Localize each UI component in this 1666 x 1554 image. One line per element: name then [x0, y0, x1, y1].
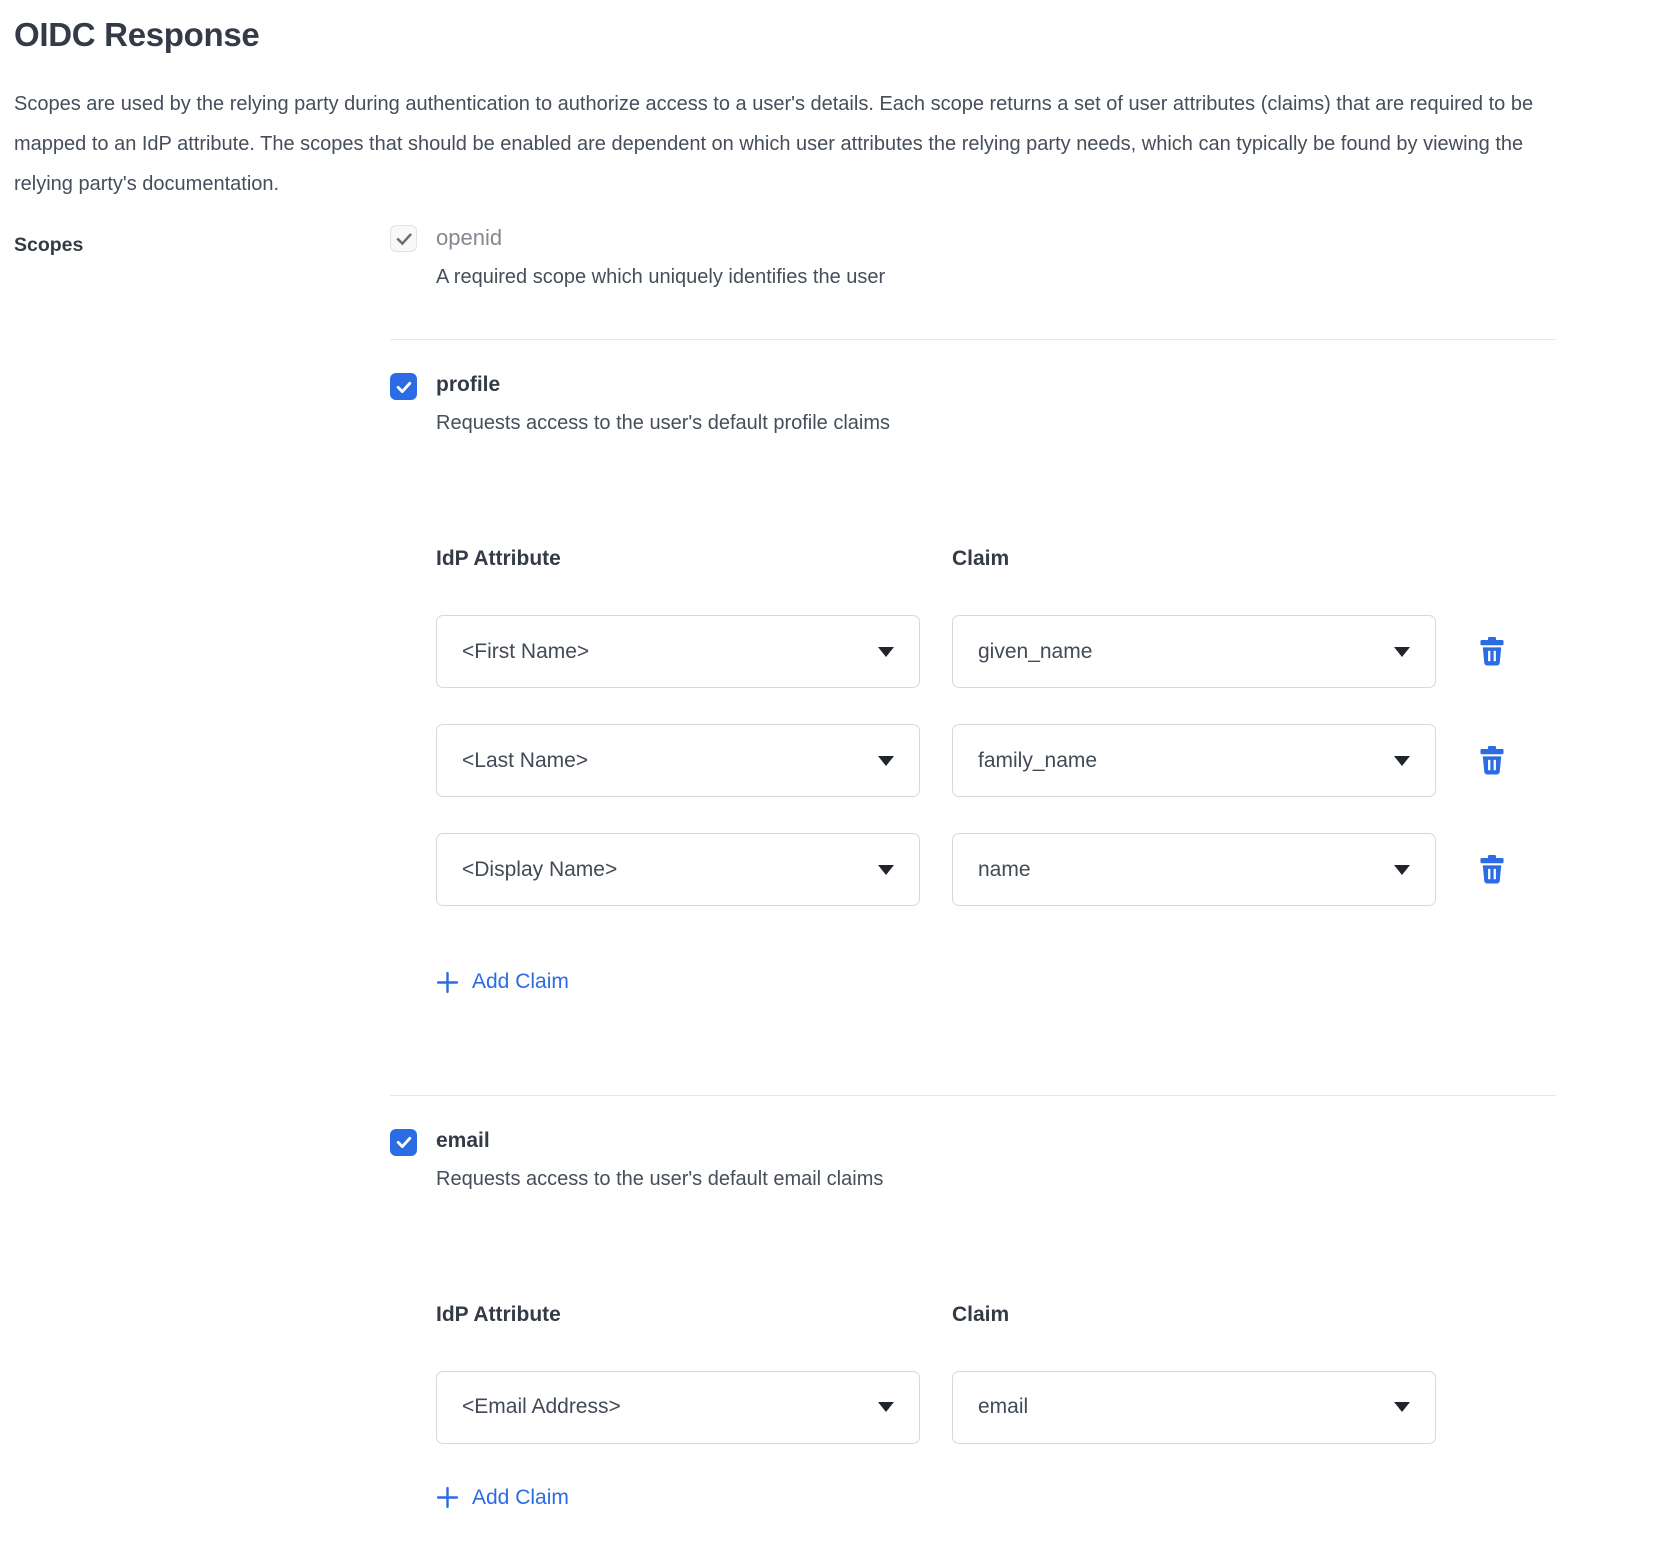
caret-down-icon [1394, 1402, 1410, 1412]
claim-column-header: Claim [952, 547, 1436, 571]
scope-profile-label: profile [436, 373, 890, 397]
openid-checkbox [390, 225, 417, 252]
claim-selected-value: email [978, 1395, 1028, 1419]
idp-attribute-selected-value: <First Name> [462, 640, 589, 664]
trash-icon [1478, 746, 1506, 776]
mapping-header-row: IdP Attribute Claim [436, 1303, 1556, 1327]
form-label-column: Scopes [14, 224, 390, 257]
idp-attribute-column-header: IdP Attribute [436, 547, 920, 571]
add-claim-label: Add Claim [472, 1486, 569, 1510]
idp-attribute-select[interactable]: <Display Name> [436, 833, 920, 906]
idp-attribute-selected-value: <Display Name> [462, 858, 617, 882]
scope-openid-description: A required scope which uniquely identifi… [436, 266, 885, 288]
claim-select[interactable]: name [952, 833, 1436, 906]
scope-email-description: Requests access to the user's default em… [436, 1168, 883, 1190]
scope-openid-label: openid [436, 225, 885, 251]
section-divider [390, 1095, 1556, 1096]
scope-openid-header: openid A required scope which uniquely i… [390, 224, 1556, 289]
idp-attribute-select[interactable]: <First Name> [436, 615, 920, 688]
caret-down-icon [878, 1402, 894, 1412]
idp-attribute-select[interactable]: <Email Address> [436, 1371, 920, 1444]
idp-attribute-column-header: IdP Attribute [436, 1303, 920, 1327]
scope-email-label: email [436, 1129, 883, 1153]
scopes-form-row: Scopes openid A required scope which uni… [14, 224, 1652, 1554]
email-claim-mapping-table: IdP Attribute Claim <Email Address> emai… [436, 1303, 1556, 1515]
claim-selected-value: family_name [978, 749, 1097, 773]
profile-claim-mapping-table: IdP Attribute Claim <First Name> given_n… [436, 547, 1556, 999]
claim-select[interactable]: given_name [952, 615, 1436, 688]
section-divider [390, 339, 1556, 340]
claim-select[interactable]: email [952, 1371, 1436, 1444]
check-icon [394, 1132, 414, 1152]
scope-profile-header: profile Requests access to the user's de… [390, 372, 1556, 435]
scopes-field-label: Scopes [14, 234, 83, 256]
add-claim-button[interactable]: Add Claim [436, 1486, 569, 1510]
plus-icon [436, 1486, 459, 1509]
scope-profile-description: Requests access to the user's default pr… [436, 412, 890, 434]
scopes-description-text: Scopes are used by the relying party dur… [14, 84, 1559, 204]
page-title: OIDC Response [14, 16, 1652, 54]
delete-claim-button[interactable] [1478, 746, 1506, 776]
oidc-response-panel: OIDC Response Scopes are used by the rel… [0, 0, 1666, 1554]
profile-checkbox[interactable] [390, 373, 417, 400]
delete-claim-button[interactable] [1478, 855, 1506, 885]
idp-attribute-selected-value: <Last Name> [462, 749, 588, 773]
scope-email-header: email Requests access to the user's defa… [390, 1128, 1556, 1191]
claim-column-header: Claim [952, 1303, 1436, 1327]
claim-mapping-row: <Last Name> family_name [436, 724, 1556, 797]
claim-mapping-row: <Email Address> email [436, 1371, 1556, 1444]
trash-icon [1478, 855, 1506, 885]
check-icon [394, 229, 414, 249]
email-checkbox[interactable] [390, 1129, 417, 1156]
scope-section-profile: profile Requests access to the user's de… [390, 372, 1556, 1045]
trash-icon [1478, 637, 1506, 667]
plus-icon [436, 971, 459, 994]
claim-select[interactable]: family_name [952, 724, 1436, 797]
scope-profile-text: profile Requests access to the user's de… [436, 372, 890, 435]
claim-selected-value: name [978, 858, 1031, 882]
claim-selected-value: given_name [978, 640, 1092, 664]
caret-down-icon [878, 647, 894, 657]
scope-email-text: email Requests access to the user's defa… [436, 1128, 883, 1191]
add-claim-button[interactable]: Add Claim [436, 970, 569, 994]
check-icon [394, 377, 414, 397]
scopes-column: openid A required scope which uniquely i… [390, 224, 1556, 1554]
idp-attribute-selected-value: <Email Address> [462, 1395, 621, 1419]
mapping-header-row: IdP Attribute Claim [436, 547, 1556, 571]
caret-down-icon [1394, 647, 1410, 657]
caret-down-icon [1394, 756, 1410, 766]
scope-section-email: email Requests access to the user's defa… [390, 1128, 1556, 1554]
caret-down-icon [1394, 865, 1410, 875]
scope-section-openid: openid A required scope which uniquely i… [390, 224, 1556, 289]
claim-mapping-row: <First Name> given_name [436, 615, 1556, 688]
caret-down-icon [878, 865, 894, 875]
delete-claim-button[interactable] [1478, 637, 1506, 667]
scope-openid-text: openid A required scope which uniquely i… [436, 224, 885, 289]
add-claim-label: Add Claim [472, 970, 569, 994]
idp-attribute-select[interactable]: <Last Name> [436, 724, 920, 797]
claim-mapping-row: <Display Name> name [436, 833, 1556, 906]
caret-down-icon [878, 756, 894, 766]
